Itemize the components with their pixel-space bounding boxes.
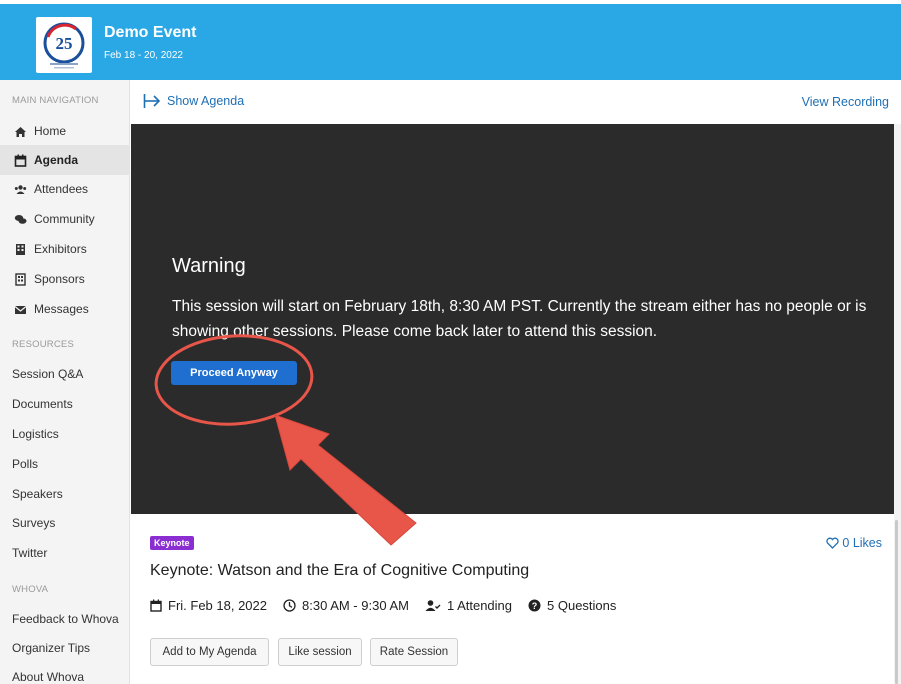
session-time: 8:30 AM - 9:30 AM [283,598,409,613]
sidebar-item-logistics[interactable]: Logistics [0,419,130,449]
proceed-anyway-button[interactable]: Proceed Anyway [171,361,297,385]
warning-message: This session will start on February 18th… [172,298,867,340]
sidebar-item-attendees[interactable]: Attendees [0,174,130,204]
keynote-badge: Keynote [150,536,194,550]
agenda-topbar: Show Agenda View Recording [131,80,901,124]
svg-text:?: ? [532,601,538,611]
view-recording-link[interactable]: View Recording [802,95,889,109]
building-icon [14,243,27,256]
sidebar-item-label: Sponsors [34,272,85,286]
sidebar-item-label: Community [34,212,95,226]
sidebar-item-home[interactable]: Home [0,116,130,146]
calendar-icon [150,599,162,612]
event-title: Demo Event [104,24,197,41]
session-date-text: Fri. Feb 18, 2022 [168,598,267,613]
chat-icon [14,213,27,226]
scrollbar-thumb[interactable] [895,520,898,684]
sidebar-item-sponsors[interactable]: Sponsors [0,264,130,294]
whova-label: WHOVA [12,584,49,595]
main-navigation-label: MAIN NAVIGATION [12,95,99,106]
sidebar-item-organizer-tips[interactable]: Organizer Tips [0,633,130,663]
sidebar-item-speakers[interactable]: Speakers [0,479,130,509]
likes-count: 0 Likes [842,536,882,550]
session-details: Keynote 0 Likes Keynote: Watson and the … [131,514,894,684]
users-icon [14,183,27,196]
session-time-text: 8:30 AM - 9:30 AM [302,598,409,613]
sidebar-item-community[interactable]: Community [0,204,130,234]
sidebar-item-session-qa[interactable]: Session Q&A [0,359,130,389]
likes-link[interactable]: 0 Likes [826,536,882,550]
clock-icon [283,599,296,612]
event-header: 25 Demo Event Feb 18 - 20, 2022 [0,0,901,80]
heart-icon [826,537,840,549]
rate-session-button[interactable]: Rate Session [370,638,458,666]
sponsor-icon [14,272,27,286]
sidebar-item-label: Exhibitors [34,242,87,256]
calendar-icon [14,154,27,167]
envelope-icon [14,303,27,316]
session-meta: Fri. Feb 18, 2022 8:30 AM - 9:30 AM 1 At… [150,598,632,613]
home-icon [14,125,27,138]
sidebar-item-exhibitors[interactable]: Exhibitors [0,234,130,264]
sidebar-item-label: Home [34,124,67,138]
arrow-right-icon [143,94,161,108]
sidebar-item-agenda[interactable]: Agenda [0,145,130,175]
sidebar-item-about-whova[interactable]: About Whova [0,662,130,684]
show-agenda-link[interactable]: Show Agenda [143,94,244,108]
attending-count: 1 Attending [446,598,513,613]
session-attending: 1 Attending [425,598,512,613]
warning-title: Warning [172,255,246,277]
sidebar-item-feedback[interactable]: Feedback to Whova [0,604,130,634]
sidebar-item-surveys[interactable]: Surveys [0,508,130,538]
show-agenda-label: Show Agenda [167,94,245,108]
stream-panel: Warning This session will start on Febru… [131,124,894,514]
session-questions[interactable]: ? 5 Questions [528,598,616,613]
resources-label: RESOURCES [12,339,74,350]
sidebar-item-label: Messages [34,302,89,316]
event-dates: Feb 18 - 20, 2022 [104,50,183,61]
add-to-agenda-button[interactable]: Add to My Agenda [150,638,269,666]
sidebar-item-messages[interactable]: Messages [0,294,130,324]
like-session-button[interactable]: Like session [278,638,362,666]
questions-count: 5 Questions [547,598,617,613]
sidebar-item-polls[interactable]: Polls [0,449,130,479]
user-check-icon [425,600,441,611]
sidebar: MAIN NAVIGATION Home Agenda Attendees Co… [0,80,130,684]
sidebar-item-twitter[interactable]: Twitter [0,538,130,568]
question-circle-icon: ? [528,599,541,612]
sidebar-item-label: Agenda [34,153,79,167]
sidebar-item-label: Attendees [34,182,89,196]
session-title: Keynote: Watson and the Era of Cognitive… [150,562,530,579]
event-logo[interactable]: 25 [36,17,92,73]
sidebar-item-documents[interactable]: Documents [0,389,130,419]
svg-text:25: 25 [56,34,73,53]
session-date: Fri. Feb 18, 2022 [150,598,267,613]
